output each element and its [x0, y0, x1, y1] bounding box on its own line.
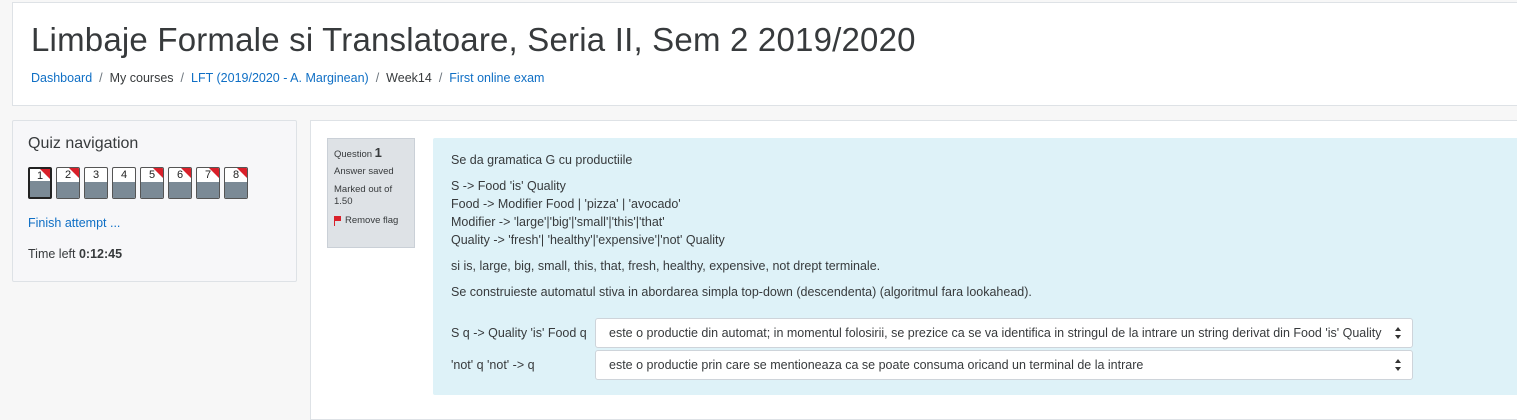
- quiz-navigation-block: Quiz navigation 1 2 3 4 5 6 7 8 Finish a…: [12, 120, 297, 282]
- answered-indicator: [85, 182, 107, 198]
- flag-icon: [209, 168, 219, 178]
- question-number: Question 1: [334, 145, 408, 160]
- match-row: 'not' q 'not' -> q este o productie prin…: [451, 350, 1413, 380]
- page-title: Limbaje Formale si Translatoare, Seria I…: [31, 21, 916, 58]
- select-arrows-icon: [1395, 327, 1402, 339]
- question-number-value: 1: [374, 145, 382, 160]
- quiz-navigation-title: Quiz navigation: [28, 135, 139, 152]
- question-number-label: Question: [334, 149, 373, 160]
- question-button-2[interactable]: 2: [56, 167, 80, 199]
- match-select-value: este o productie din automat; in momentu…: [609, 326, 1382, 340]
- question-button-1[interactable]: 1: [28, 167, 52, 199]
- flag-icon: [40, 169, 50, 179]
- match-stem: S q -> Quality 'is' Food q: [451, 326, 587, 340]
- grammar-rule: S -> Food 'is' Quality: [451, 179, 566, 193]
- breadcrumb-separator: /: [375, 71, 380, 85]
- breadcrumb-quiz[interactable]: First online exam: [449, 71, 544, 85]
- question-button-6[interactable]: 6: [168, 167, 192, 199]
- answered-indicator: [169, 182, 191, 198]
- remove-flag-label: Remove flag: [345, 215, 399, 226]
- grammar-rules: S -> Food 'is' Quality Food -> Modifier …: [451, 177, 1032, 249]
- flag-icon: [334, 215, 342, 226]
- question-button-3[interactable]: 3: [84, 167, 108, 199]
- question-text: Se da gramatica G cu productiile S -> Fo…: [451, 151, 1032, 301]
- question-button-4[interactable]: 4: [112, 167, 136, 199]
- grammar-rule: Quality -> 'fresh'| 'healthy'|'expensive…: [451, 233, 725, 247]
- time-left-value: 0:12:45: [78, 247, 123, 261]
- match-select[interactable]: este o productie prin care se mentioneaz…: [595, 350, 1413, 380]
- match-select[interactable]: este o productie din automat; in momentu…: [595, 318, 1413, 348]
- answered-indicator: [30, 181, 50, 197]
- question-state: Answer saved: [334, 166, 394, 177]
- question-info-box: Question 1 Answer saved Marked out of 1.…: [327, 138, 415, 248]
- answered-indicator: [57, 182, 79, 198]
- answered-indicator: [141, 182, 163, 198]
- answered-indicator: [113, 182, 135, 198]
- grammar-rule: Food -> Modifier Food | 'pizza' | 'avoca…: [451, 197, 681, 211]
- time-left-label: Time left: [28, 247, 76, 261]
- answered-indicator: [225, 182, 247, 198]
- question-grade: Marked out of 1.50: [334, 184, 393, 207]
- timer: Time left 0:12:45: [28, 247, 122, 261]
- breadcrumb-my-courses: My courses: [109, 71, 174, 85]
- breadcrumb-course[interactable]: LFT (2019/2020 - A. Marginean): [191, 71, 369, 85]
- breadcrumb-dashboard[interactable]: Dashboard: [31, 71, 92, 85]
- instruction-text: Se construieste automatul stiva in abord…: [451, 285, 1032, 299]
- breadcrumb-separator: /: [99, 71, 103, 85]
- flag-icon: [181, 168, 191, 178]
- match-stem: 'not' q 'not' -> q: [451, 358, 535, 372]
- question-button-label: 3: [92, 169, 100, 181]
- breadcrumb-separator: /: [438, 71, 443, 85]
- question-button-8[interactable]: 8: [224, 167, 248, 199]
- flag-icon: [153, 168, 163, 178]
- page-header: Limbaje Formale si Translatoare, Seria I…: [12, 2, 1517, 106]
- question-buttons: 1 2 3 4 5 6 7 8: [28, 167, 248, 199]
- terminals-text: si is, large, big, small, this, that, fr…: [451, 259, 881, 273]
- flag-icon: [237, 168, 247, 178]
- match-select-value: este o productie prin care se mentioneaz…: [609, 358, 1144, 372]
- question-button-label: 4: [120, 169, 128, 181]
- question-intro: Se da gramatica G cu productiile: [451, 153, 633, 167]
- flag-icon: [69, 168, 79, 178]
- breadcrumb-week: Week14: [386, 71, 432, 85]
- finish-attempt-link[interactable]: Finish attempt ...: [28, 216, 120, 230]
- select-arrows-icon: [1395, 359, 1402, 371]
- grammar-rule: Modifier -> 'large'|'big'|'small'|'this'…: [451, 215, 665, 229]
- remove-flag-button[interactable]: Remove flag: [334, 215, 408, 226]
- question-button-5[interactable]: 5: [140, 167, 164, 199]
- answered-indicator: [197, 182, 219, 198]
- question-button-7[interactable]: 7: [196, 167, 220, 199]
- match-row: S q -> Quality 'is' Food q este o produc…: [451, 318, 1413, 348]
- breadcrumb: Dashboard / My courses / LFT (2019/2020 - A.…: [31, 71, 544, 85]
- question-content: Se da gramatica G cu productiile S -> Fo…: [433, 138, 1517, 395]
- breadcrumb-separator: /: [180, 71, 185, 85]
